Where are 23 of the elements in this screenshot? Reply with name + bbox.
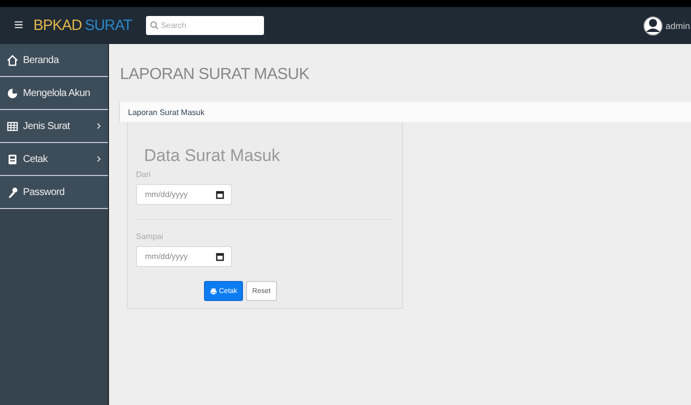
date-field[interactable]: mm/dd/yyyy (136, 184, 232, 205)
card-title: Data Surat Masuk (144, 146, 282, 166)
avatar-icon[interactable] (643, 16, 664, 36)
date-field[interactable]: mm/dd/yyyy (136, 246, 232, 267)
field-label: Sampai (136, 232, 164, 241)
sidebar-item[interactable]: Cetak (0, 143, 108, 176)
pie-icon (7, 88, 18, 98)
search-field[interactable]: Search (146, 16, 264, 35)
breadcrumb[interactable]: Laporan Surat Masuk (128, 108, 204, 116)
username[interactable]: admin (665, 20, 690, 30)
calendar-icon[interactable] (216, 253, 224, 261)
sidebar-item[interactable]: Jenis Surat (0, 110, 108, 143)
menu-icon[interactable]: ≡ (14, 16, 24, 34)
page-title: LAPORAN SURAT MASUK (120, 66, 310, 84)
sidebar-item[interactable]: Password (0, 176, 108, 209)
calendar-icon[interactable] (216, 191, 224, 199)
field-label: Dari (136, 170, 152, 179)
table-icon (7, 120, 18, 132)
sidebar-item[interactable]: Beranda (0, 44, 108, 77)
brand-name[interactable]: BPKAD (33, 17, 82, 34)
home-icon (7, 54, 18, 66)
brand-name[interactable]: SURAT (84, 17, 132, 34)
sidebar-item[interactable]: Mengelola Akun (0, 77, 108, 110)
